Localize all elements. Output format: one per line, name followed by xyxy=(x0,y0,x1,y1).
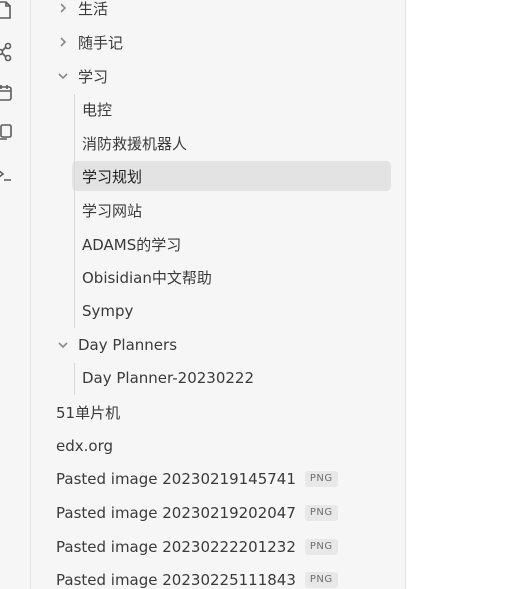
folder-label: 随手记 xyxy=(78,33,124,52)
file-item[interactable]: Obisidian中文帮助 xyxy=(82,263,212,291)
file-label: Pasted image 20230225111843 xyxy=(56,571,296,589)
folder-生活[interactable]: 生活 xyxy=(56,0,108,22)
file-label: ADAMS的学习 xyxy=(82,235,182,254)
file-label: 消防救援机器人 xyxy=(82,134,188,153)
file-type-badge: PNG xyxy=(304,471,338,487)
graph-icon[interactable] xyxy=(0,42,14,62)
image-file-item[interactable]: Pasted image 20230222201232 PNG xyxy=(56,533,338,561)
chevron-down-icon xyxy=(56,69,70,83)
file-item-active[interactable]: 学习规划 xyxy=(82,162,142,190)
file-label: Pasted image 20230219202047 xyxy=(56,504,296,522)
file-item[interactable]: 电控 xyxy=(82,95,112,123)
file-label: Obisidian中文帮助 xyxy=(82,268,212,287)
command-icon[interactable] xyxy=(0,165,14,185)
folder-label: 学习 xyxy=(78,67,109,86)
folder-随手记[interactable]: 随手记 xyxy=(56,28,123,56)
image-file-item[interactable]: Pasted image 20230225111843 PNG xyxy=(56,566,338,589)
chevron-right-icon xyxy=(56,1,70,15)
file-item[interactable]: 消防救援机器人 xyxy=(82,129,187,157)
folder-label: 生活 xyxy=(78,0,109,18)
file-label: Pasted image 20230222201232 xyxy=(56,538,296,556)
chevron-right-icon xyxy=(56,35,70,49)
file-label: 51单片机 xyxy=(56,403,121,422)
file-type-badge: PNG xyxy=(304,505,338,521)
chevron-down-icon xyxy=(56,338,70,352)
indent-guide xyxy=(74,94,75,328)
file-label: Day Planner-20230222 xyxy=(82,369,255,387)
file-item[interactable]: 学习网站 xyxy=(82,196,142,224)
copy-icon[interactable] xyxy=(0,122,14,142)
file-label: 学习规划 xyxy=(82,167,143,186)
ribbon xyxy=(0,0,31,589)
folder-label: Day Planners xyxy=(78,336,178,354)
folder-day-planners[interactable]: Day Planners xyxy=(56,331,177,359)
calendar-icon[interactable] xyxy=(0,83,14,103)
folder-学习[interactable]: 学习 xyxy=(56,62,108,90)
file-item[interactable]: ADAMS的学习 xyxy=(82,230,181,258)
file-item[interactable]: edx.org xyxy=(56,432,113,460)
file-icon[interactable] xyxy=(0,0,14,20)
file-explorer: 生活 随手记 学习 电控 消防救援机器人 学习规划 学习网站 ADAMS的学习 … xyxy=(31,0,406,589)
indent-guide xyxy=(74,363,75,395)
file-label: 电控 xyxy=(82,100,113,119)
image-file-item[interactable]: Pasted image 20230219202047 PNG xyxy=(56,499,338,527)
file-label: 学习网站 xyxy=(82,201,143,220)
file-type-badge: PNG xyxy=(304,572,338,588)
file-item[interactable]: 51单片机 xyxy=(56,398,120,426)
file-type-badge: PNG xyxy=(304,539,338,555)
image-file-item[interactable]: Pasted image 20230219145741 PNG xyxy=(56,465,338,493)
file-label: Pasted image 20230219145741 xyxy=(56,470,296,488)
file-item[interactable]: Day Planner-20230222 xyxy=(82,364,254,392)
file-label: Sympy xyxy=(82,302,134,320)
editor-pane xyxy=(406,0,531,589)
file-item[interactable]: Sympy xyxy=(82,297,133,325)
file-label: edx.org xyxy=(56,437,113,455)
